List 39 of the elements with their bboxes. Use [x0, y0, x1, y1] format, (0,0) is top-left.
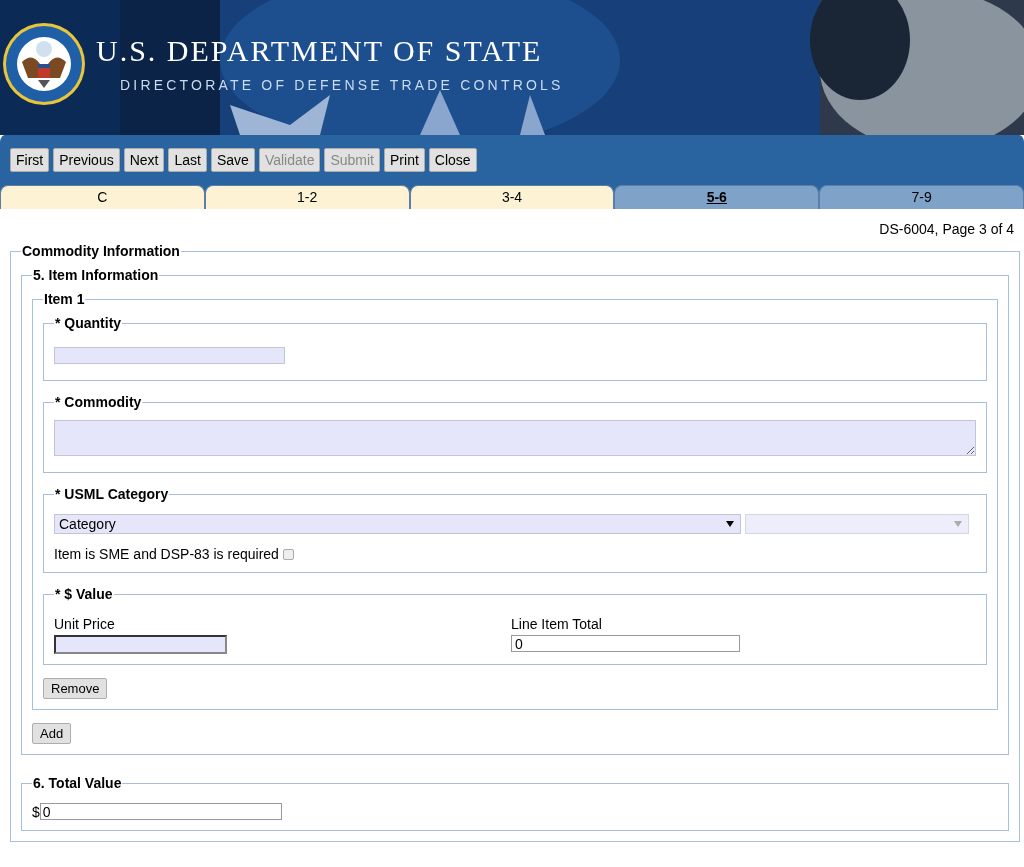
panel-legend: * $ Value: [54, 586, 114, 602]
total-value-field[interactable]: 0: [39, 803, 282, 820]
remove-button[interactable]: Remove: [43, 678, 108, 699]
page-tab[interactable]: C: [0, 185, 205, 209]
unit-price-field[interactable]: [54, 635, 227, 654]
panel-legend: Commodity Information: [21, 243, 181, 259]
toolbar-button[interactable]: Next: [123, 148, 165, 172]
panel-legend: * Quantity: [54, 315, 123, 331]
panel-legend: 6. Total Value: [32, 775, 123, 791]
toolbar-button[interactable]: Save: [210, 148, 255, 172]
toolbar-button[interactable]: First: [10, 148, 50, 172]
panel-legend: * USML Category: [54, 486, 170, 502]
subcategory-dropdown[interactable]: [745, 514, 969, 534]
site-subtitle: DIRECTORATE OF DEFENSE TRADE CONTROLS: [119, 77, 564, 93]
toolbar-button[interactable]: Print: [384, 148, 425, 172]
commodity-field[interactable]: [54, 420, 976, 456]
field-label: Unit Price: [54, 616, 116, 632]
toolbar-button[interactable]: Close: [428, 148, 477, 172]
toolbar-button[interactable]: Previous: [53, 148, 120, 172]
toolbar-button[interactable]: Last: [168, 148, 207, 172]
panel-legend: 5. Item Information: [32, 267, 160, 283]
line-total-field[interactable]: 0: [511, 635, 740, 652]
sme-checkbox[interactable]: [282, 548, 294, 560]
page-tab[interactable]: 1-2: [204, 185, 410, 209]
page-tab[interactable]: 5-6: [614, 185, 820, 209]
caret-icon: [954, 521, 962, 527]
page-indicator: DS-6004, Page 3 of 4: [879, 221, 1014, 237]
field-label: Line Item Total: [511, 616, 603, 632]
checkbox-label: Item is SME and DSP-83 is required: [54, 546, 279, 562]
page-tab[interactable]: 3-4: [409, 185, 615, 209]
page-tab[interactable]: 7-9: [819, 185, 1024, 209]
panel-legend: * Commodity: [54, 394, 143, 410]
currency-symbol: $: [32, 803, 40, 820]
caret-icon: [726, 521, 734, 527]
add-button[interactable]: Add: [32, 723, 72, 744]
quantity-field[interactable]: [54, 347, 285, 364]
category-dropdown[interactable]: Category: [54, 514, 741, 534]
site-title: U.S. DEPARTMENT OF STATE: [96, 35, 544, 67]
panel-legend: Item 1: [43, 291, 86, 307]
